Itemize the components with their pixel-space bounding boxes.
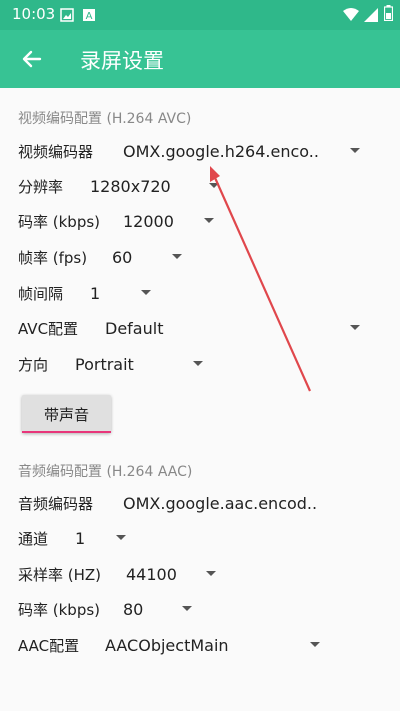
annotation-arrow-line (210, 170, 312, 392)
annotation-arrow (210, 166, 312, 392)
